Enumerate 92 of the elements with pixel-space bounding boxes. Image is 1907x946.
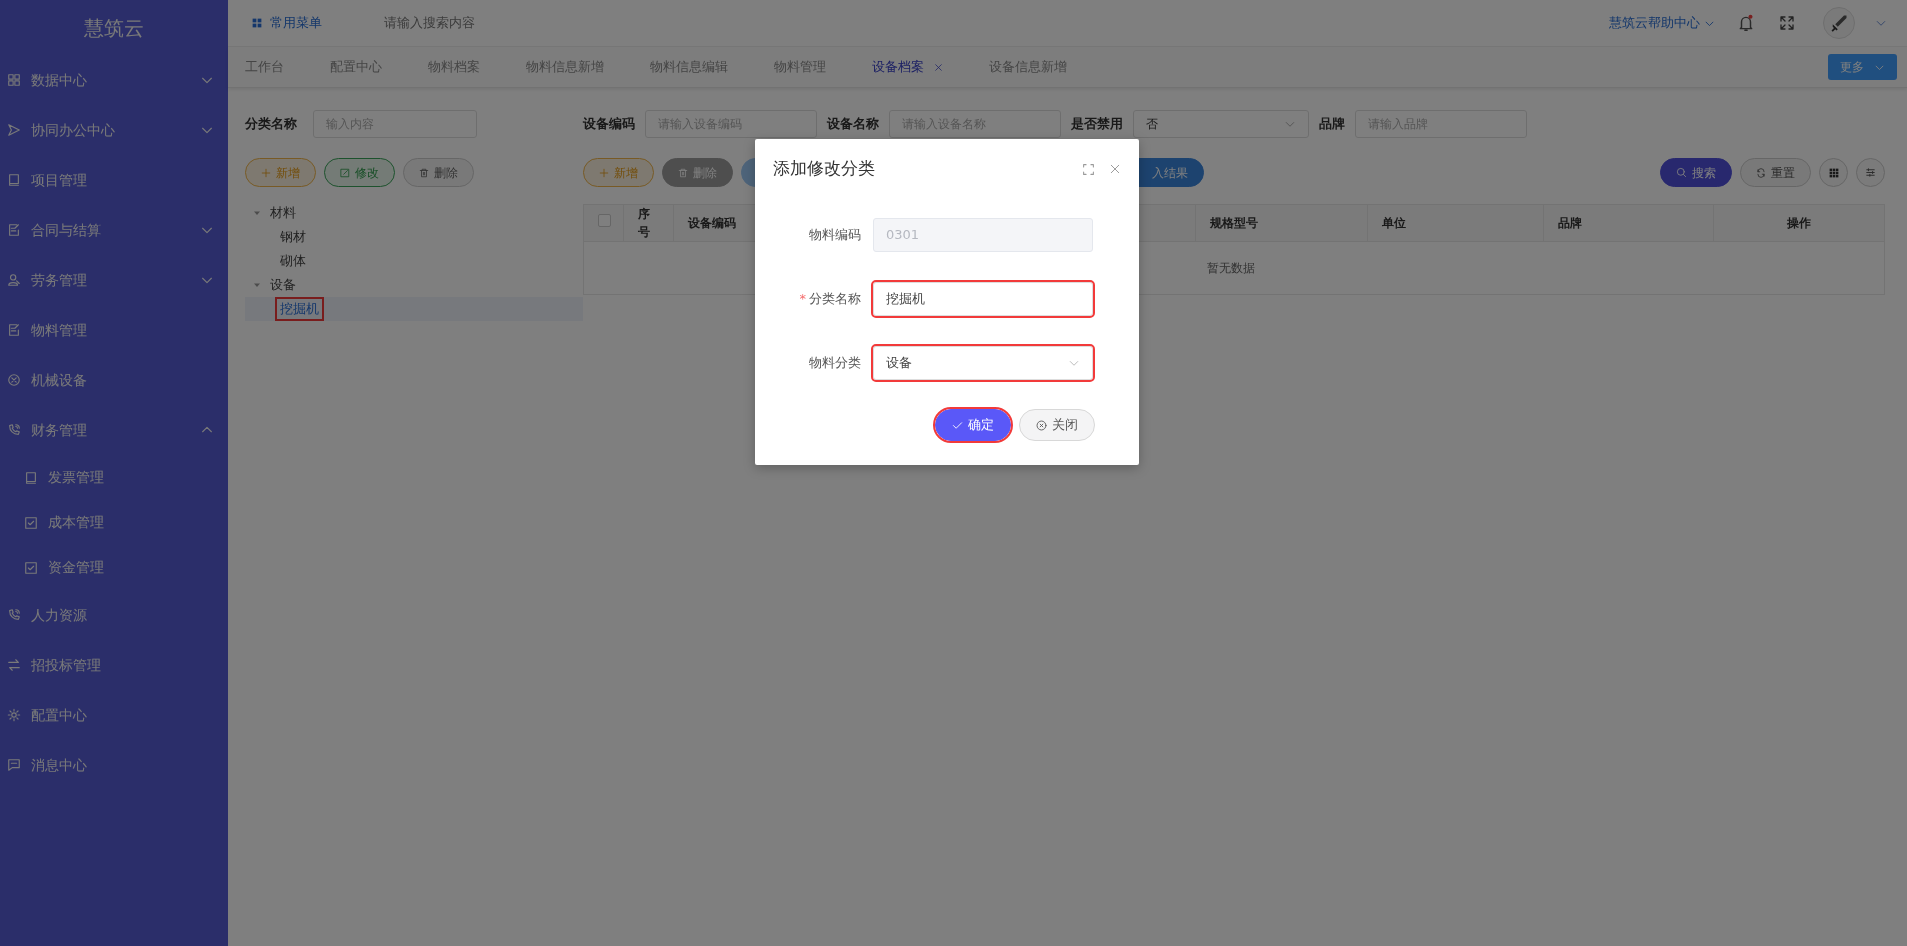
field-label: 设备名称 <box>827 115 879 134</box>
logo-text: 慧筑云 <box>83 14 145 42</box>
tree-node[interactable]: 挖掘机 <box>277 299 322 319</box>
field-label: 是否禁用 <box>1071 115 1123 134</box>
grid-view-button[interactable] <box>1819 158 1848 187</box>
empty-message: 暂无数据 <box>1207 261 1256 275</box>
edit-button[interactable]: 修改 <box>324 158 395 187</box>
column-header: 单位 <box>1382 216 1407 230</box>
plus-icon <box>261 167 271 178</box>
sidebar-item[interactable]: 劳务管理 <box>0 255 228 305</box>
book-icon <box>24 470 38 485</box>
help-center-link[interactable]: 慧筑云帮助中心 <box>1609 13 1715 33</box>
bell-icon[interactable] <box>1737 14 1755 32</box>
select-field[interactable]: 设备 <box>873 346 1093 380</box>
grid-icon <box>7 73 21 87</box>
column-header: 设备编码 <box>688 216 737 230</box>
refresh-icon <box>1756 167 1766 178</box>
settings-icon <box>7 708 21 722</box>
close-icon[interactable] <box>1109 163 1121 175</box>
field-label: 分类名称 <box>245 115 297 134</box>
field-label: 品牌 <box>1319 115 1345 134</box>
caret-down-icon[interactable] <box>253 209 261 217</box>
document-icon <box>7 323 21 337</box>
add-button[interactable]: 新增 <box>245 158 316 187</box>
user-icon <box>7 273 21 287</box>
field-label: 物料分类 <box>809 354 861 373</box>
filter-settings-button[interactable] <box>1856 158 1885 187</box>
add-button[interactable]: 新增 <box>583 158 654 187</box>
close-circle-icon <box>1036 419 1047 431</box>
sidebar-item[interactable]: 数据中心 <box>0 55 228 105</box>
delete-button[interactable]: 删除 <box>403 158 474 187</box>
select-field[interactable]: 否 <box>1133 110 1309 138</box>
field-label: 设备编码 <box>583 115 635 134</box>
confirm-button[interactable]: 确定 <box>935 409 1011 441</box>
checkbox-icon <box>24 560 38 575</box>
grid-icon <box>252 18 262 28</box>
fullscreen-icon[interactable] <box>1779 15 1795 31</box>
field-label: 物料编码 <box>809 226 861 245</box>
sidebar-item[interactable]: 消息中心 <box>0 740 228 790</box>
check-icon <box>952 419 963 431</box>
tree-node[interactable]: 砌体 <box>277 251 309 271</box>
dialog-title: 添加修改分类 <box>773 157 876 181</box>
sidebar-item[interactable]: 招投标管理 <box>0 640 228 690</box>
sidebar-subitem[interactable]: 资金管理 <box>0 545 228 590</box>
column-header: 序号 <box>638 207 651 239</box>
sliders-icon <box>1865 167 1876 178</box>
sidebar-item[interactable]: 物料管理 <box>0 305 228 355</box>
column-header: 规格型号 <box>1209 216 1258 230</box>
more-button[interactable]: 更多 <box>1828 54 1897 80</box>
trash-icon <box>419 167 429 178</box>
field-label: 分类名称 <box>809 290 861 309</box>
cancel-icon <box>7 373 21 387</box>
phone-icon <box>7 608 21 622</box>
sidebar-item[interactable]: 配置中心 <box>0 690 228 740</box>
plus-icon <box>599 167 609 178</box>
phone-icon <box>7 423 21 437</box>
avatar[interactable] <box>1823 7 1855 39</box>
input-field: 0301 <box>873 218 1093 252</box>
sidebar-item[interactable]: 合同与结算 <box>0 205 228 255</box>
column-header: 品牌 <box>1557 216 1582 230</box>
swap-icon <box>7 658 21 672</box>
required-mark: * <box>799 290 806 309</box>
sidebar-item[interactable]: 人力资源 <box>0 590 228 640</box>
sidebar-subitem[interactable]: 发票管理 <box>0 455 228 500</box>
checkbox[interactable] <box>598 214 611 227</box>
close-button[interactable]: 关闭 <box>1019 409 1095 441</box>
sidebar-item[interactable]: 项目管理 <box>0 155 228 205</box>
caret-down-icon[interactable] <box>253 281 261 289</box>
menu-link[interactable]: 常用菜单 <box>252 13 322 33</box>
sidebar-item[interactable]: 财务管理 <box>0 405 228 455</box>
checkbox-icon <box>24 515 38 530</box>
tree-node[interactable]: 材料 <box>267 203 299 223</box>
sidebar-item[interactable]: 协同办公中心 <box>0 105 228 155</box>
search-icon <box>1676 167 1687 178</box>
input-field[interactable]: 挖掘机 <box>873 282 1093 316</box>
search-button[interactable]: 搜索 <box>1660 158 1732 187</box>
tree-node[interactable]: 钢材 <box>277 227 309 247</box>
reset-button[interactable]: 重置 <box>1740 158 1811 187</box>
column-header: 操作 <box>1787 216 1812 230</box>
sidebar-item[interactable]: 机械设备 <box>0 355 228 405</box>
tree-node[interactable]: 设备 <box>267 275 299 295</box>
document-icon <box>7 223 21 237</box>
grid-icon <box>1828 167 1839 178</box>
maximize-icon[interactable] <box>1082 162 1095 176</box>
send-icon <box>7 123 21 137</box>
sidebar-subitem[interactable]: 成本管理 <box>0 500 228 545</box>
edit-icon <box>340 167 350 178</box>
message-icon <box>7 758 21 772</box>
tab[interactable]: 设备档案 <box>872 57 989 77</box>
close-icon <box>934 63 943 73</box>
book-icon <box>7 173 21 187</box>
trash-icon <box>678 167 688 178</box>
